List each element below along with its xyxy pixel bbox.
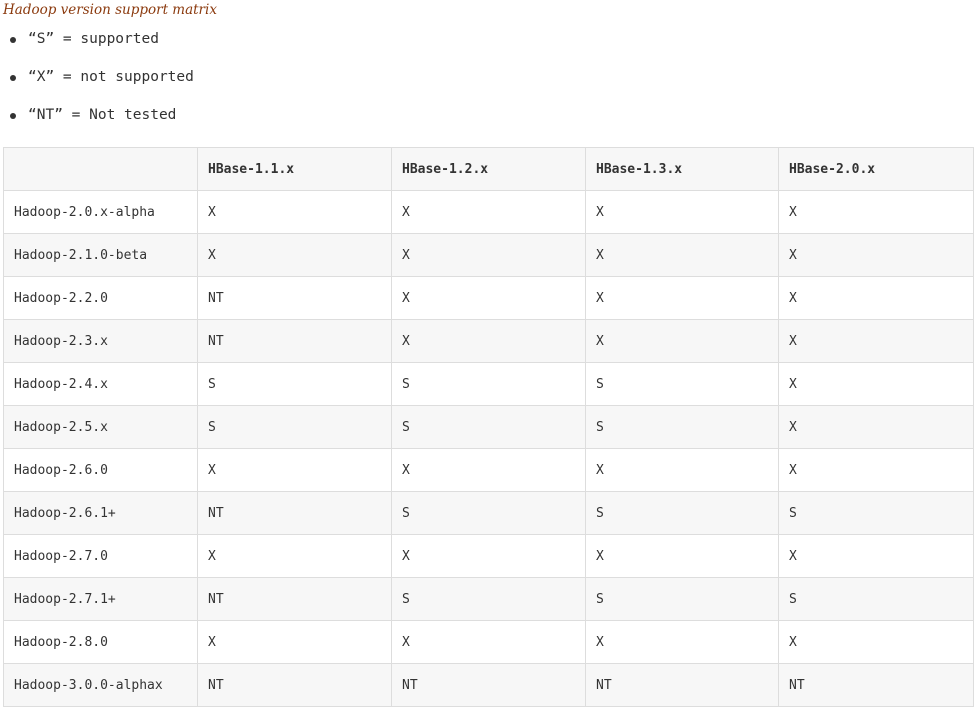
hadoop-version-cell: Hadoop-2.7.0 (3, 534, 198, 578)
support-status-cell: X (197, 190, 392, 234)
support-status-cell: X (585, 276, 779, 320)
table-row: Hadoop-2.1.0-beta X X X X (3, 233, 974, 277)
table-row: Hadoop-3.0.0-alphax NT NT NT NT (3, 663, 974, 707)
support-status-cell: X (391, 233, 586, 277)
table-body: Hadoop-2.0.x-alpha X X X X Hadoop-2.1.0-beta X… (3, 190, 974, 707)
support-status-cell: S (391, 491, 586, 535)
support-status-cell: NT (778, 663, 974, 707)
hadoop-version-cell: Hadoop-2.3.x (3, 319, 198, 363)
support-status-cell: X (778, 276, 974, 320)
support-status-cell: S (391, 577, 586, 621)
support-status-cell: X (778, 190, 974, 234)
support-status-cell: X (778, 448, 974, 492)
bullet-icon (10, 75, 16, 81)
support-status-cell: X (391, 276, 586, 320)
support-status-cell: X (585, 534, 779, 578)
support-status-cell: S (585, 491, 779, 535)
legend-item-not-tested: “NT” = Not tested (0, 104, 194, 142)
table-row: Hadoop-2.7.0 X X X X (3, 534, 974, 578)
support-status-cell: S (778, 577, 974, 621)
hadoop-version-cell: Hadoop-3.0.0-alphax (3, 663, 198, 707)
support-status-cell: NT (585, 663, 779, 707)
header-cell-hbase-version: HBase-2.0.x (778, 147, 974, 191)
support-status-cell: NT (197, 276, 392, 320)
table-row: Hadoop-2.5.x S S S X (3, 405, 974, 449)
support-status-cell: S (391, 405, 586, 449)
hadoop-version-cell: Hadoop-2.4.x (3, 362, 198, 406)
support-status-cell: X (391, 319, 586, 363)
hadoop-version-cell: Hadoop-2.5.x (3, 405, 198, 449)
support-status-cell: X (197, 620, 392, 664)
support-status-cell: X (778, 534, 974, 578)
support-status-cell: X (778, 405, 974, 449)
support-status-cell: NT (197, 577, 392, 621)
hadoop-version-cell: Hadoop-2.2.0 (3, 276, 198, 320)
table-header: HBase-1.1.x HBase-1.2.x HBase-1.3.x HBase-2… (3, 147, 974, 191)
support-status-cell: X (778, 362, 974, 406)
support-status-cell: X (778, 233, 974, 277)
hadoop-version-cell: Hadoop-2.6.0 (3, 448, 198, 492)
support-status-cell: X (391, 620, 586, 664)
bullet-icon (10, 113, 16, 119)
hadoop-version-cell: Hadoop-2.8.0 (3, 620, 198, 664)
support-status-cell: NT (391, 663, 586, 707)
header-cell-hbase-version: HBase-1.1.x (197, 147, 392, 191)
header-cell-corner (3, 147, 198, 191)
support-status-cell: X (391, 190, 586, 234)
support-matrix-table: HBase-1.1.x HBase-1.2.x HBase-1.3.x HBase-2… (3, 147, 974, 707)
hadoop-version-cell: Hadoop-2.0.x-alpha (3, 190, 198, 234)
support-status-cell: S (585, 577, 779, 621)
hadoop-version-cell: Hadoop-2.6.1+ (3, 491, 198, 535)
support-status-cell: NT (197, 319, 392, 363)
support-status-cell: X (585, 620, 779, 664)
table-row: Hadoop-2.3.x NT X X X (3, 319, 974, 363)
bullet-icon (10, 37, 16, 43)
support-status-cell: X (778, 620, 974, 664)
support-status-cell: X (585, 448, 779, 492)
support-status-cell: X (197, 534, 392, 578)
matrix-title: Hadoop version support matrix (3, 2, 217, 18)
support-status-cell: X (585, 190, 779, 234)
support-status-cell: X (778, 319, 974, 363)
table-row: Hadoop-2.6.1+ NT S S S (3, 491, 974, 535)
support-status-cell: X (197, 233, 392, 277)
table-row: Hadoop-2.2.0 NT X X X (3, 276, 974, 320)
support-status-cell: X (585, 233, 779, 277)
table-row: Hadoop-2.8.0 X X X X (3, 620, 974, 664)
hadoop-version-cell: Hadoop-2.1.0-beta (3, 233, 198, 277)
support-status-cell: S (197, 362, 392, 406)
support-status-cell: NT (197, 663, 392, 707)
support-status-cell: NT (197, 491, 392, 535)
support-status-cell: X (391, 534, 586, 578)
support-status-cell: S (391, 362, 586, 406)
support-status-cell: S (585, 405, 779, 449)
legend-text: “X” = not supported (28, 69, 194, 85)
legend-item-not-supported: “X” = not supported (0, 66, 194, 104)
table-row: Hadoop-2.0.x-alpha X X X X (3, 190, 974, 234)
support-status-cell: X (391, 448, 586, 492)
hadoop-version-cell: Hadoop-2.7.1+ (3, 577, 198, 621)
support-status-cell: X (585, 319, 779, 363)
legend-list: “S” = supported “X” = not supported “NT”… (0, 28, 194, 142)
table-row: Hadoop-2.6.0 X X X X (3, 448, 974, 492)
header-cell-hbase-version: HBase-1.2.x (391, 147, 586, 191)
support-status-cell: S (778, 491, 974, 535)
support-status-cell: S (197, 405, 392, 449)
support-status-cell: X (197, 448, 392, 492)
header-row: HBase-1.1.x HBase-1.2.x HBase-1.3.x HBase-2… (3, 147, 974, 191)
header-cell-hbase-version: HBase-1.3.x (585, 147, 779, 191)
table-row: Hadoop-2.4.x S S S X (3, 362, 974, 406)
legend-text: “NT” = Not tested (28, 107, 177, 123)
table-row: Hadoop-2.7.1+ NT S S S (3, 577, 974, 621)
legend-text: “S” = supported (28, 31, 159, 47)
legend-item-supported: “S” = supported (0, 28, 194, 66)
support-status-cell: S (585, 362, 779, 406)
